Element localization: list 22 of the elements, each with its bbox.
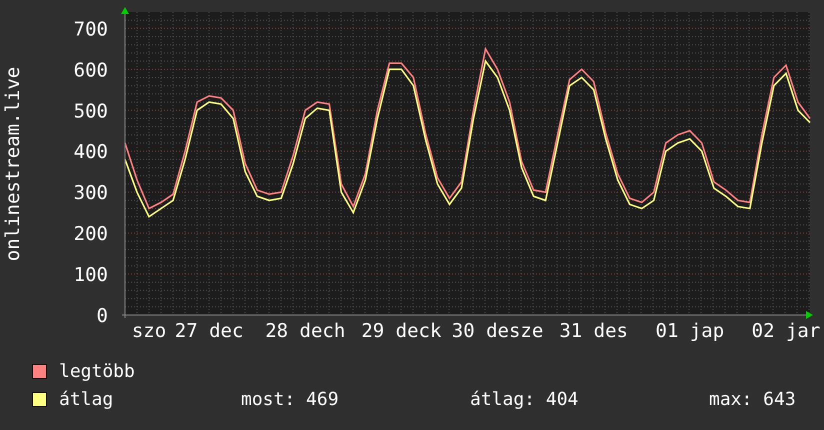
y-tick-label: 600	[74, 59, 108, 82]
x-tick-label: 02 jar	[752, 320, 820, 342]
legend-label: átlag	[59, 388, 114, 410]
y-tick-label: 100	[74, 264, 108, 286]
stat-value: most: 469	[241, 388, 340, 410]
x-tick-label: 31 des	[559, 320, 628, 342]
y-tick-label: 700	[74, 18, 108, 40]
x-tick-label: 29 deck	[361, 320, 442, 342]
y-axis-label: onlinestream.live	[2, 66, 24, 262]
y-tick-label: 0	[96, 305, 108, 327]
y-tick-label: 300	[74, 182, 108, 204]
stat-value: max: 643	[709, 388, 796, 410]
x-tick-label: 30 desze	[452, 320, 544, 342]
y-tick-label: 400	[74, 141, 108, 164]
x-tick-label: 27 dec	[174, 320, 244, 342]
stat-value: átlag: 404	[470, 388, 580, 410]
y-tick-label: 500	[74, 100, 108, 122]
x-tick-label: szo	[132, 320, 166, 342]
x-tick-label: 01 jap	[656, 320, 724, 342]
y-tick-label: 200	[74, 223, 108, 246]
legend-label: legtöbb	[59, 360, 136, 382]
x-tick-label: 28 dech	[265, 320, 346, 342]
